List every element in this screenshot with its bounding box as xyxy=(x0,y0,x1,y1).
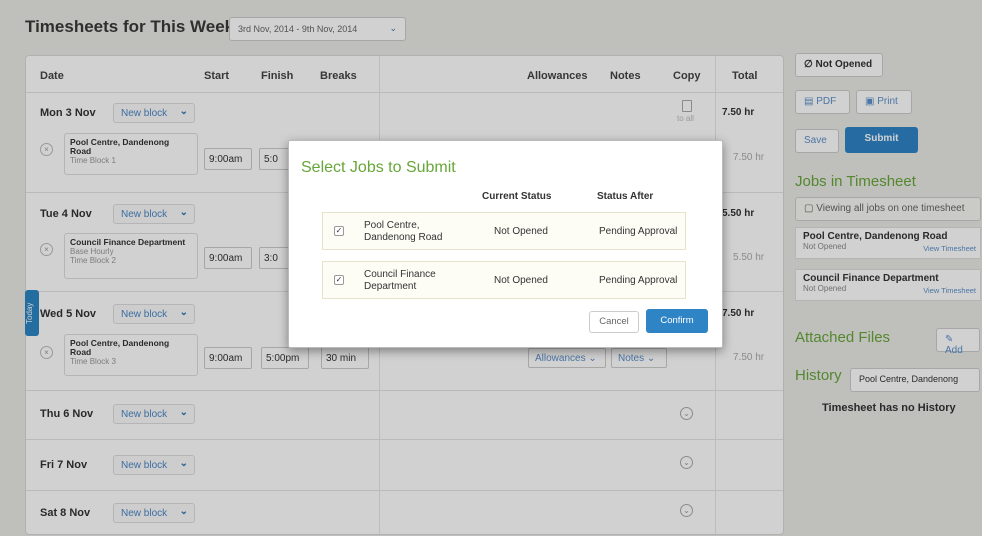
job-name: Pool Centre, Dandenong Road xyxy=(364,220,464,244)
job-checkbox[interactable]: ✓ xyxy=(334,226,344,236)
modal-title: Select Jobs to Submit xyxy=(301,159,456,176)
confirm-button[interactable]: Confirm xyxy=(646,309,708,333)
page: Timesheets for This Week 3rd Nov, 2014 -… xyxy=(0,0,982,536)
col-current-status: Current Status xyxy=(482,191,552,202)
current-status: Not Opened xyxy=(494,226,548,237)
job-name-line1: Council Finance xyxy=(364,269,436,280)
status-after: Pending Approval xyxy=(599,275,678,286)
job-row[interactable]: ✓ Council Finance Department Not Opened P… xyxy=(322,261,686,299)
job-name-line2: Department xyxy=(364,281,417,292)
col-status-after: Status After xyxy=(597,191,654,202)
job-name-line1: Pool Centre, xyxy=(364,220,420,231)
current-status: Not Opened xyxy=(494,275,548,286)
cancel-button[interactable]: Cancel xyxy=(589,311,639,333)
job-row[interactable]: ✓ Pool Centre, Dandenong Road Not Opened … xyxy=(322,212,686,250)
status-after: Pending Approval xyxy=(599,226,678,237)
job-checkbox[interactable]: ✓ xyxy=(334,275,344,285)
job-name: Council Finance Department xyxy=(364,269,464,293)
select-jobs-modal: Select Jobs to Submit Current Status Sta… xyxy=(288,140,723,348)
job-name-line2: Dandenong Road xyxy=(364,232,443,243)
